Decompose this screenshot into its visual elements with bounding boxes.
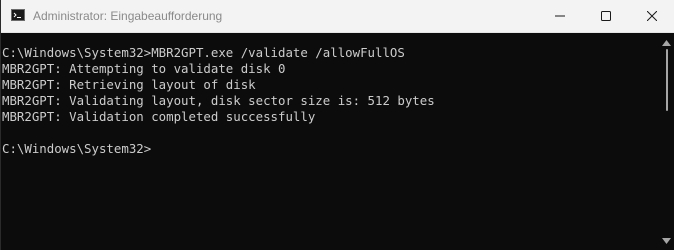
console-prompt-line[interactable]: C:\Windows\System32> <box>2 141 658 157</box>
console-line: MBR2GPT: Attempting to validate disk 0 <box>2 61 286 76</box>
scroll-down-arrow-icon[interactable] <box>662 238 671 244</box>
window-title: Administrator: Eingabeaufforderung <box>33 9 223 23</box>
scrollbar-thumb[interactable] <box>666 49 668 111</box>
vertical-scrollbar[interactable] <box>658 33 674 250</box>
close-icon <box>647 11 657 21</box>
minimize-button[interactable] <box>537 0 583 32</box>
command-prompt-window: Administrator: Eingabeaufforderung C:\Wi… <box>0 0 674 250</box>
close-button[interactable] <box>629 0 674 32</box>
console-output[interactable]: C:\Windows\System32>MBR2GPT.exe /validat… <box>1 33 658 250</box>
minimize-icon <box>555 15 565 17</box>
console-line: MBR2GPT: Retrieving layout of disk <box>2 77 256 92</box>
console-line: MBR2GPT: Validation completed successful… <box>2 109 316 124</box>
console-line: C:\Windows\System32>MBR2GPT.exe /validat… <box>2 45 405 60</box>
command-prompt-icon <box>11 9 25 21</box>
scroll-up-arrow-icon[interactable] <box>662 40 671 46</box>
maximize-button[interactable] <box>583 0 629 32</box>
console-line: MBR2GPT: Validating layout, disk sector … <box>2 93 435 108</box>
maximize-icon <box>601 11 611 21</box>
title-bar[interactable]: Administrator: Eingabeaufforderung <box>1 0 674 33</box>
